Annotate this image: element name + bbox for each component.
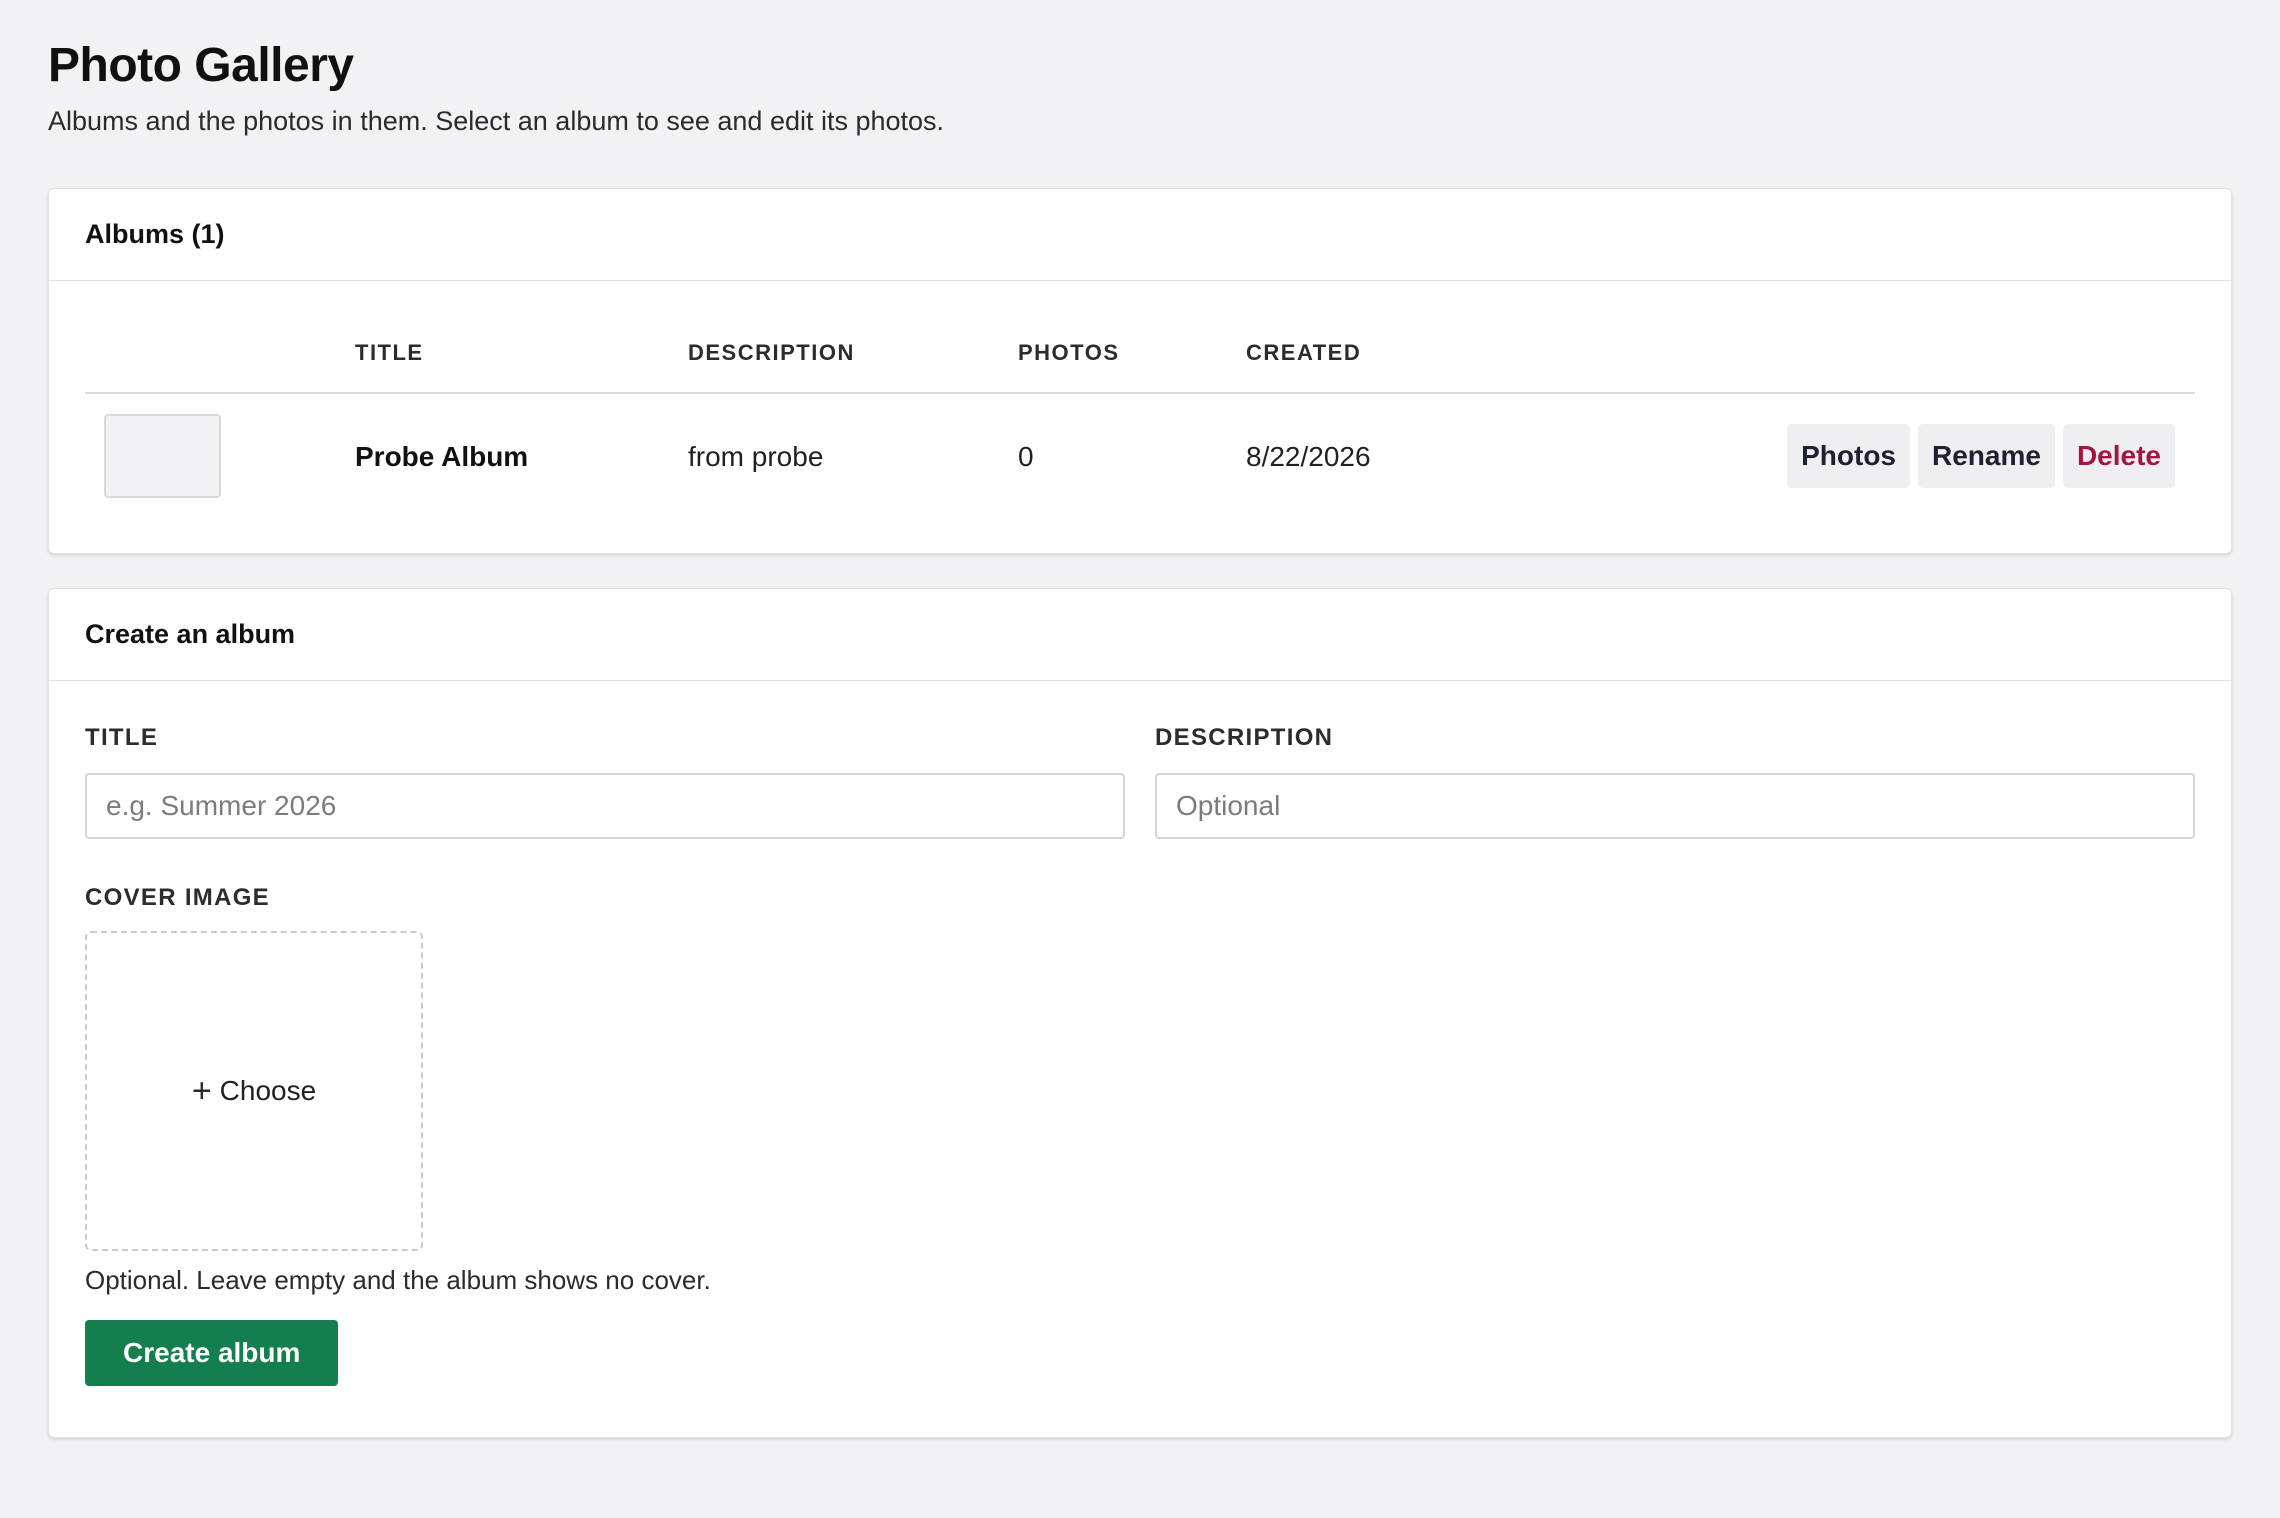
delete-button[interactable]: Delete — [2062, 424, 2175, 488]
album-created-date: 8/22/2026 — [1246, 440, 1371, 472]
title-input[interactable] — [85, 773, 1125, 839]
albums-table-header: TITLE DESCRIPTION PHOTOS CREATED — [85, 281, 2195, 394]
title-label: TITLE — [85, 724, 159, 751]
description-input[interactable] — [1155, 773, 2195, 839]
cover-help-text: Optional. Leave empty and the album show… — [85, 1265, 711, 1295]
photos-button[interactable]: Photos — [1787, 424, 1911, 488]
create-album-card: Create an album TITLE DESCRIPTION COVER … — [48, 588, 2232, 1438]
page-subtitle: Albums and the photos in them. Select an… — [48, 106, 945, 136]
albums-card: Albums (1) TITLE DESCRIPTION PHOTOS CREA… — [48, 188, 2232, 554]
album-cover-thumbnail[interactable] — [104, 414, 221, 498]
page-title: Photo Gallery — [48, 39, 354, 92]
table-row[interactable]: Probe Album from probe 0 8/22/2026 Photo… — [85, 394, 2195, 519]
create-album-form: TITLE DESCRIPTION COVER IMAGE + Choose O… — [49, 723, 2231, 1386]
choose-label: Choose — [219, 1075, 317, 1106]
column-header-title: TITLE — [355, 340, 424, 365]
album-description: from probe — [688, 440, 824, 472]
create-album-button[interactable]: Create album — [85, 1320, 339, 1386]
page: Photo Gallery Albums and the photos in t… — [0, 0, 2280, 1438]
albums-table: TITLE DESCRIPTION PHOTOS CREATED Probe A… — [49, 281, 2231, 519]
album-photo-count: 0 — [1018, 440, 1034, 472]
album-row-actions: Photos Rename Delete — [1787, 424, 2175, 488]
albums-card-header: Albums (1) — [49, 189, 2231, 281]
create-album-card-header: Create an album — [49, 589, 2231, 681]
cover-image-picker[interactable]: + Choose — [85, 931, 423, 1251]
column-header-created: CREATED — [1246, 340, 1362, 365]
description-label: DESCRIPTION — [1155, 724, 1334, 751]
album-title: Probe Album — [355, 440, 529, 472]
cover-image-label: COVER IMAGE — [85, 884, 270, 911]
description-field-group: DESCRIPTION — [1155, 723, 2195, 839]
cover-image-group: COVER IMAGE + Choose Optional. Leave emp… — [85, 883, 2195, 1296]
title-field-group: TITLE — [85, 723, 1125, 839]
column-header-photos: PHOTOS — [1018, 340, 1120, 365]
column-header-description: DESCRIPTION — [688, 340, 855, 365]
plus-icon: + — [191, 1072, 212, 1110]
create-album-fields: TITLE DESCRIPTION — [85, 723, 2195, 839]
rename-button[interactable]: Rename — [1918, 424, 2055, 488]
choose-cover-button[interactable]: + Choose — [191, 1072, 317, 1110]
